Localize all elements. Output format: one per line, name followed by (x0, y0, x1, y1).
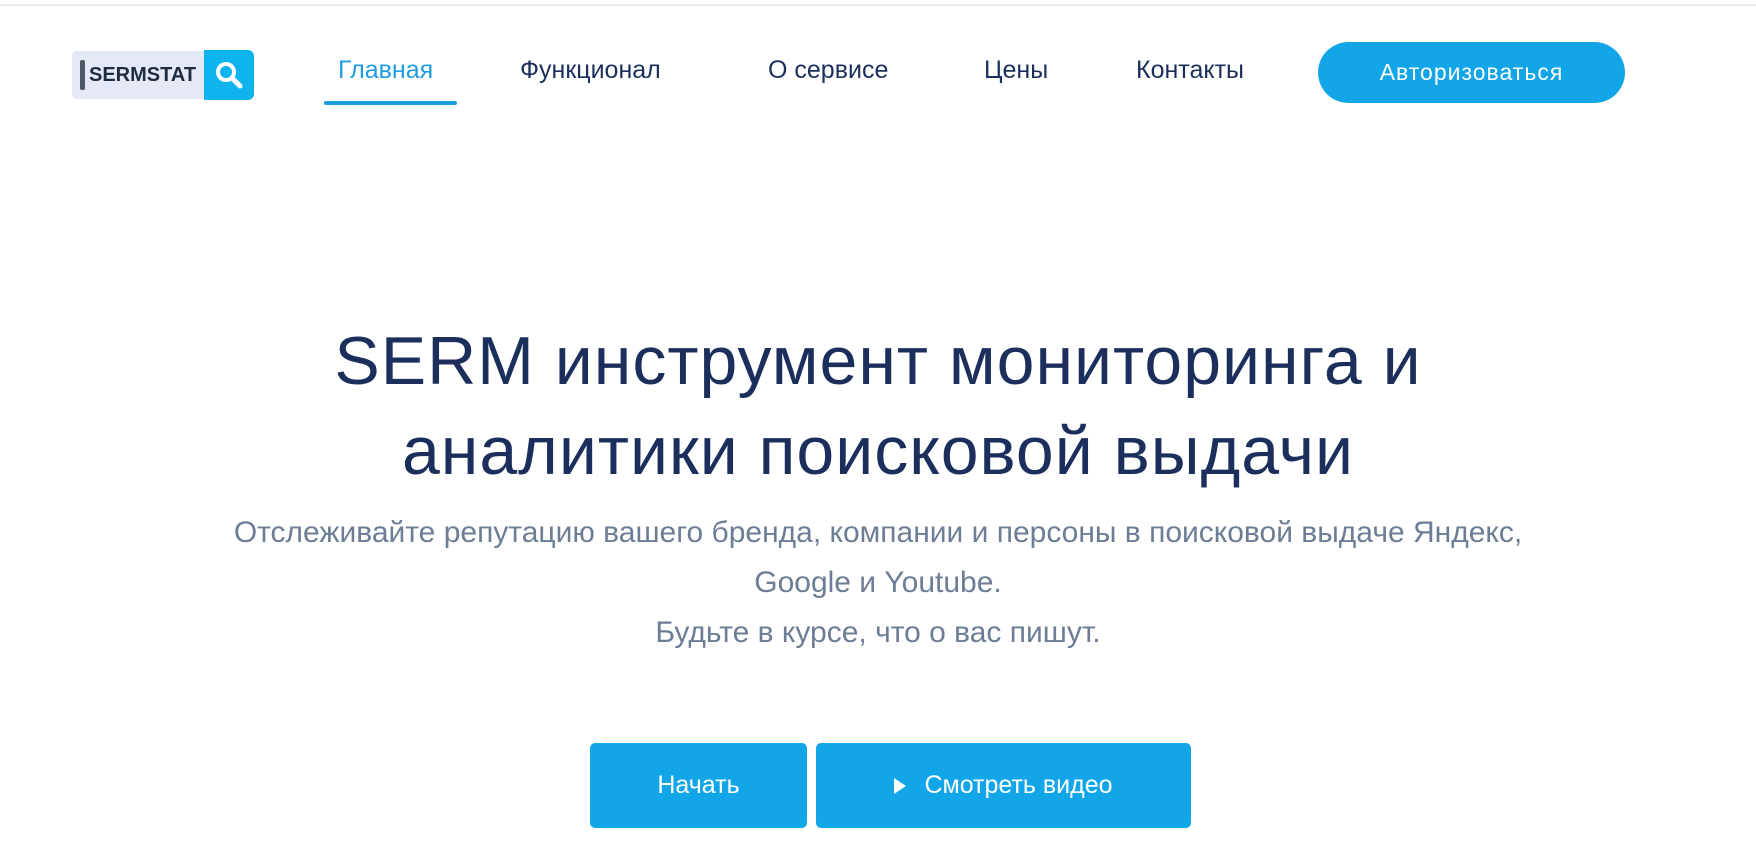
hero-subtitle-line-2: Google и Youtube. (754, 566, 1002, 599)
logo[interactable]: SERMSTAT (72, 50, 254, 100)
hero-subtitle-line-3: Будьте в курсе, что о вас пишут. (655, 616, 1101, 649)
logo-text: SERMSTAT (89, 63, 197, 86)
logo-cursor-bar (80, 60, 85, 90)
login-button[interactable]: Авторизоваться (1318, 42, 1625, 103)
watch-video-label: Смотреть видео (924, 771, 1113, 799)
start-button[interactable]: Начать (590, 743, 807, 828)
nav-item-home[interactable]: Главная (338, 56, 433, 85)
play-icon (894, 777, 907, 794)
hero-title-line-1: SERM инструмент мониторинга и (334, 323, 1422, 399)
nav-item-features[interactable]: Функционал (520, 56, 661, 85)
hero-title: SERM инструмент мониторинга и аналитики … (0, 316, 1756, 496)
site-header: SERMSTAT Главная Функционал О сервисе Це… (0, 0, 1756, 120)
nav-active-underline (324, 101, 457, 105)
hero-subtitle: Отслеживайте репутацию вашего бренда, ко… (100, 508, 1656, 658)
nav-item-prices[interactable]: Цены (984, 56, 1048, 85)
start-button-label: Начать (657, 771, 740, 799)
magnifier-icon (204, 50, 254, 100)
hero-title-line-2: аналитики поисковой выдачи (401, 413, 1355, 489)
nav-item-about[interactable]: О сервисе (768, 56, 888, 85)
logo-text-box: SERMSTAT (72, 51, 204, 99)
watch-video-button[interactable]: Смотреть видео (816, 743, 1191, 828)
nav-item-contacts[interactable]: Контакты (1136, 56, 1244, 85)
hero-subtitle-line-1: Отслеживайте репутацию вашего бренда, ко… (233, 516, 1523, 549)
